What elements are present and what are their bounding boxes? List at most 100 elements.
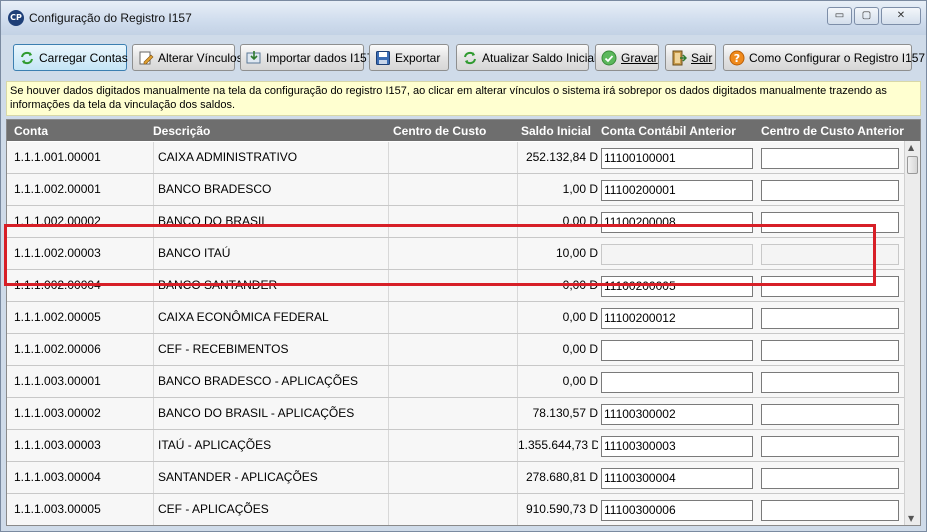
info-message: Se houver dados digitados manualmente na…: [6, 81, 921, 116]
conta-anterior-input[interactable]: 11100200012: [601, 308, 753, 329]
centro-custo-anterior-input[interactable]: [761, 212, 899, 233]
table-row[interactable]: 1.1.1.002.00006 CEF - RECEBIMENTOS 0,00 D: [7, 334, 904, 366]
conta-anterior-input[interactable]: 11100300003: [601, 436, 753, 457]
importar-dados-button[interactable]: Importar dados I157: [240, 44, 373, 71]
cell-centro-custo: [388, 302, 518, 333]
cell-conta: 1.1.1.002.00006: [14, 342, 101, 356]
cell-conta: 1.1.1.001.00001: [14, 150, 101, 164]
carregar-contas-button[interactable]: Carregar Contas: [13, 44, 128, 71]
header-descricao[interactable]: Descrição: [153, 124, 210, 138]
cell-descricao: BANCO BRADESCO - APLICAÇÕES: [153, 366, 386, 397]
como-configurar-button[interactable]: ? Como Configurar o Registro I157: [723, 44, 925, 71]
vertical-scrollbar[interactable]: ▲ ▼: [904, 141, 920, 525]
table-row[interactable]: 1.1.1.002.00003 BANCO ITAÚ 10,00 D: [7, 238, 904, 270]
centro-custo-anterior-input[interactable]: [761, 244, 899, 265]
sair-button[interactable]: Sair: [665, 44, 716, 71]
centro-custo-anterior-input[interactable]: [761, 180, 899, 201]
exit-icon: [672, 50, 687, 65]
close-button[interactable]: ✕: [881, 7, 921, 25]
conta-anterior-input[interactable]: 11100300002: [601, 404, 753, 425]
header-centro-custo-anterior[interactable]: Centro de Custo Anterior: [761, 124, 904, 138]
title-bar[interactable]: CP Configuração do Registro I157 ▭ ▢ ✕: [1, 1, 926, 35]
cell-conta: 1.1.1.003.00004: [14, 470, 101, 484]
conta-anterior-input[interactable]: 11100300006: [601, 500, 753, 521]
table-row[interactable]: 1.1.1.002.00005 CAIXA ECONÔMICA FEDERAL 0,…: [7, 302, 904, 334]
table-row[interactable]: 1.1.1.002.00001 BANCO BRADESCO 1,00 D 11100…: [7, 174, 904, 206]
cell-descricao: CEF - APLICAÇÕES: [153, 494, 386, 525]
table-row[interactable]: 1.1.1.001.00001 CAIXA ADMINISTRATIVO 252.1…: [7, 142, 904, 174]
exportar-label: Exportar: [395, 50, 441, 65]
centro-custo-anterior-input[interactable]: [761, 404, 899, 425]
cell-centro-custo: [388, 142, 518, 173]
cell-saldo-inicial: 0,00 D: [562, 342, 598, 356]
alterar-vinculos-button[interactable]: Alterar Vínculos: [132, 44, 243, 71]
cell-conta: 1.1.1.002.00002: [14, 214, 101, 228]
cell-saldo-inicial: 1.355.644,73 D: [518, 438, 598, 452]
check-icon: [601, 50, 617, 65]
conta-anterior-input[interactable]: [601, 372, 753, 393]
table-row[interactable]: 1.1.1.003.00003 ITAÚ - APLICAÇÕES 1.355.64…: [7, 430, 904, 462]
cell-descricao-text: CEF - APLICAÇÕES: [158, 502, 269, 516]
cell-saldo-inicial: 0,00 D: [562, 278, 598, 292]
scroll-thumb[interactable]: [907, 156, 918, 174]
cell-descricao: BANCO BRADESCO: [153, 174, 386, 205]
centro-custo-anterior-input[interactable]: [761, 468, 899, 489]
centro-custo-anterior-input[interactable]: [761, 500, 899, 521]
scroll-down-icon[interactable]: ▼: [908, 514, 914, 523]
cell-descricao: CAIXA ECONÔMICA FEDERAL: [153, 302, 386, 333]
table-row[interactable]: 1.1.1.003.00001 BANCO BRADESCO - APLICAÇÕ…: [7, 366, 904, 398]
header-conta[interactable]: Conta: [14, 124, 48, 138]
cell-centro-custo: [388, 494, 518, 525]
centro-custo-anterior-input[interactable]: [761, 372, 899, 393]
toolbar: Carregar Contas Alterar Vínculos Importa…: [6, 43, 925, 73]
centro-custo-anterior-input[interactable]: [761, 436, 899, 457]
atualizar-saldo-button[interactable]: Atualizar Saldo Inicial: [456, 44, 597, 71]
conta-anterior-input[interactable]: [601, 340, 753, 361]
centro-custo-anterior-input[interactable]: [761, 276, 899, 297]
centro-custo-anterior-input[interactable]: [761, 308, 899, 329]
refresh-icon: [464, 51, 476, 64]
centro-custo-anterior-input[interactable]: [761, 340, 899, 361]
conta-anterior-input[interactable]: 11100100001: [601, 148, 753, 169]
header-centro-custo[interactable]: Centro de Custo: [393, 124, 486, 138]
table-row[interactable]: 1.1.1.002.00004 BANCO SANTANDER 0,00 D 1110…: [7, 270, 904, 302]
table-row[interactable]: 1.1.1.003.00005 CEF - APLICAÇÕES 910.590,7…: [7, 494, 904, 525]
centro-custo-anterior-input[interactable]: [761, 148, 899, 169]
table-row[interactable]: 1.1.1.003.00002 BANCO DO BRASIL - APLICAÇ…: [7, 398, 904, 430]
conta-anterior-input[interactable]: [601, 244, 753, 265]
window-title: Configuração do Registro I157: [29, 11, 192, 25]
cell-descricao: BANCO ITAÚ: [153, 238, 386, 269]
sair-label: Sair: [691, 50, 713, 65]
cell-descricao-text: BANCO ITAÚ: [158, 246, 231, 260]
cell-saldo-inicial: 0,00 D: [562, 214, 598, 228]
conta-anterior-input[interactable]: 11100200005: [601, 276, 753, 297]
cell-saldo-inicial: 10,00 D: [555, 246, 598, 260]
save-disk-icon: [376, 50, 390, 65]
scroll-up-icon[interactable]: ▲: [908, 143, 914, 152]
table-row[interactable]: 1.1.1.002.00002 BANCO DO BRASIL 0,00 D 1110…: [7, 206, 904, 238]
maximize-button[interactable]: ▢: [854, 7, 879, 25]
import-icon: [246, 50, 261, 63]
cell-conta: 1.1.1.003.00003: [14, 438, 101, 452]
help-icon: ?: [729, 50, 745, 65]
cell-conta: 1.1.1.002.00005: [14, 310, 101, 324]
cell-saldo-inicial: 0,00 D: [562, 374, 598, 388]
cell-descricao-text: BANCO DO BRASIL - APLICAÇÕES: [158, 406, 355, 420]
exportar-button[interactable]: Exportar: [369, 44, 449, 71]
cell-centro-custo: [388, 206, 518, 237]
table-row[interactable]: 1.1.1.003.00004 SANTANDER - APLICAÇÕES 278…: [7, 462, 904, 494]
conta-anterior-input[interactable]: 11100200008: [601, 212, 753, 233]
cell-descricao-text: SANTANDER - APLICAÇÕES: [158, 470, 318, 484]
conta-anterior-input[interactable]: 11100200001: [601, 180, 753, 201]
cell-descricao: CAIXA ADMINISTRATIVO: [153, 142, 386, 173]
cell-descricao-text: ITAÚ - APLICAÇÕES: [158, 438, 272, 452]
cell-centro-custo: [388, 462, 518, 493]
cell-descricao: ITAÚ - APLICAÇÕES: [153, 430, 386, 461]
cell-saldo-inicial: 278.680,81 D: [525, 470, 598, 484]
cell-saldo-inicial: 0,00 D: [562, 310, 598, 324]
conta-anterior-input[interactable]: 11100300004: [601, 468, 753, 489]
minimize-button[interactable]: ▭: [827, 7, 852, 25]
gravar-button[interactable]: Gravar: [595, 44, 659, 71]
header-saldo-inicial[interactable]: Saldo Inicial: [521, 124, 591, 138]
header-conta-contabil-anterior[interactable]: Conta Contábil Anterior: [601, 124, 736, 138]
